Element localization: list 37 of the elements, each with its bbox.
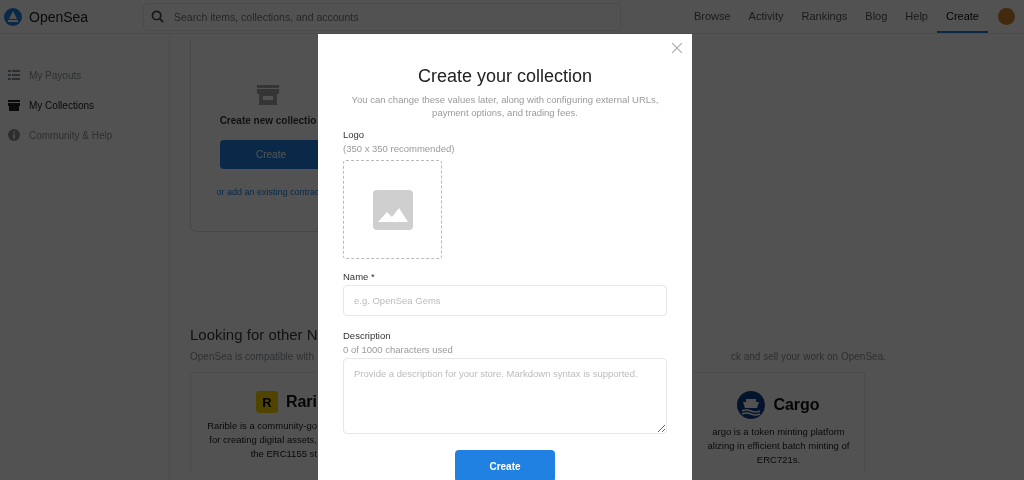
list-icon xyxy=(8,70,20,80)
partner-description: the ERC1155 st xyxy=(250,447,317,461)
field-hint: (350 x 350 recommended) xyxy=(343,143,455,154)
create-button[interactable]: Create xyxy=(455,450,555,480)
card-title: Create new collectio xyxy=(219,115,317,126)
store-icon xyxy=(257,85,279,105)
partner-description: ERC721s. xyxy=(756,453,801,467)
partner-card[interactable]: R Rari Rarible is a community-go for creating digital assets, the ERC1155 st xyxy=(190,372,317,472)
partner-description: argo is a token minting platform xyxy=(712,425,845,439)
field-label: Logo xyxy=(343,129,365,140)
ship-icon xyxy=(737,391,766,419)
field-label: Description xyxy=(343,330,391,341)
partner-name: Rari xyxy=(285,393,317,411)
dialog-subtitle: You can change these values later, along with configuring external URLs, payment options, and trading fees. xyxy=(350,93,660,119)
sidebar-item[interactable]: My Collections xyxy=(0,90,169,120)
info-icon xyxy=(8,129,20,141)
section-title: Looking for other N xyxy=(190,326,318,343)
logo-upload-area[interactable] xyxy=(343,160,442,259)
partner-logo: R xyxy=(255,391,278,413)
store-icon xyxy=(8,99,20,111)
partner-card[interactable]: Cargo argo is a token minting platform alizing in efficient batch minting of ERC721s. xyxy=(693,372,865,472)
search-icon xyxy=(151,9,164,23)
dialog-title: Create your collection xyxy=(416,66,594,87)
brand-name[interactable]: OpenSea xyxy=(29,8,143,25)
partner-name: Cargo xyxy=(773,396,820,414)
image-icon xyxy=(372,189,413,230)
partner-description: for creating digital assets, xyxy=(209,433,317,447)
close-icon[interactable] xyxy=(672,43,682,53)
field-label: Name * xyxy=(343,271,375,282)
avatar[interactable] xyxy=(998,8,1015,25)
existing-contract-link[interactable]: or add an existing contrac xyxy=(216,187,320,197)
character-counter: 0 of 1000 characters used xyxy=(343,344,453,355)
name-field[interactable]: e.g. OpenSea Gems xyxy=(343,285,667,316)
nav-link[interactable]: Create xyxy=(936,0,988,33)
partner-description: Rarible is a community-go xyxy=(207,419,317,433)
logo-icon[interactable] xyxy=(3,6,23,27)
partner-description: alizing in efficient batch minting of xyxy=(707,439,850,453)
